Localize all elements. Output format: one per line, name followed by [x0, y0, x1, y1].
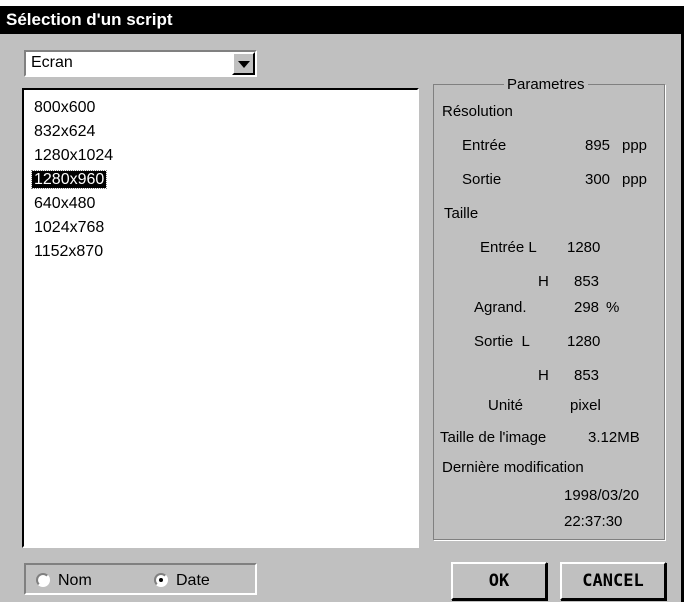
- input-resolution-label: Entrée: [462, 137, 507, 154]
- input-height-label: H: [538, 273, 549, 290]
- chevron-down-icon: [238, 61, 250, 68]
- output-width-value: 1280: [567, 333, 601, 350]
- input-resolution-value: 895: [585, 137, 611, 154]
- list-item[interactable]: 800x600: [32, 96, 115, 120]
- dropdown-button[interactable]: [232, 52, 255, 75]
- enlargement-unit: %: [606, 299, 620, 316]
- unit-label: Unité: [488, 397, 524, 414]
- cancel-button[interactable]: CANCEL: [560, 562, 666, 600]
- input-height-value: 853: [574, 273, 600, 290]
- list-item[interactable]: 640x480: [32, 192, 115, 216]
- ok-button[interactable]: OK: [451, 562, 547, 600]
- input-resolution-unit: ppp: [622, 137, 648, 154]
- output-resolution-unit: ppp: [622, 171, 648, 188]
- output-width-label: Sortie L: [474, 333, 530, 350]
- script-selection-dialog: Sélection d'un script Ecran 800x600 832x…: [0, 6, 684, 602]
- resolution-label: Résolution: [442, 103, 513, 120]
- input-width-value: 1280: [567, 239, 601, 256]
- image-size-label: Taille de l'image: [440, 429, 547, 446]
- last-modified-time: 22:37:30: [564, 513, 623, 530]
- list-item-selected[interactable]: 1280x960: [30, 168, 115, 192]
- sort-radio-group: Nom Date: [24, 563, 257, 595]
- list-item[interactable]: 1280x1024: [32, 144, 115, 168]
- category-dropdown[interactable]: Ecran: [24, 50, 257, 77]
- dialog-title: Sélection d'un script: [0, 6, 681, 34]
- output-resolution-value: 300: [585, 171, 611, 188]
- list-item[interactable]: 832x624: [32, 120, 115, 144]
- last-modified-label: Dernière modification: [442, 459, 584, 476]
- last-modified-date: 1998/03/20: [564, 487, 640, 504]
- output-resolution-label: Sortie: [462, 171, 502, 188]
- unit-value: pixel: [570, 397, 601, 414]
- output-height-label: H: [538, 367, 549, 384]
- list-item[interactable]: 1024x768: [32, 216, 115, 240]
- parameters-legend: Parametres: [504, 76, 588, 93]
- parameters-group: Parametres Résolution Entrée 895 ppp Sor…: [433, 76, 665, 540]
- radio-unchecked-icon: [36, 573, 50, 587]
- size-label: Taille: [444, 205, 479, 222]
- output-height-value: 853: [574, 367, 600, 384]
- enlargement-value: 298: [574, 299, 600, 316]
- list-item[interactable]: 1152x870: [32, 240, 115, 264]
- script-list[interactable]: 800x600 832x624 1280x1024 1280x960 640x4…: [22, 88, 419, 548]
- radio-checked-icon: [154, 573, 168, 587]
- image-size-value: 3.12MB: [588, 429, 640, 446]
- enlargement-label: Agrand.: [474, 299, 527, 316]
- input-width-label: Entrée L: [480, 239, 537, 256]
- category-dropdown-value: Ecran: [31, 54, 73, 71]
